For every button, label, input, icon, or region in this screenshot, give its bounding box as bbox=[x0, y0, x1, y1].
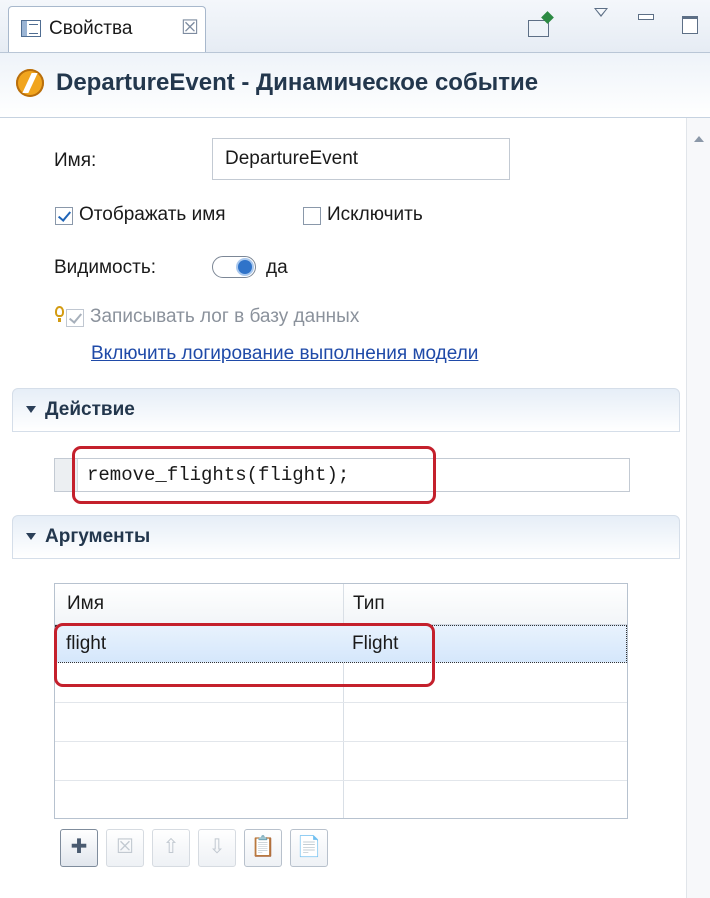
code-gutter bbox=[55, 459, 78, 491]
action-code-text: remove_flights(flight); bbox=[87, 464, 350, 486]
expand-arrow-icon[interactable] bbox=[26, 533, 36, 540]
log-to-database-label: Записывать лог в базу данных bbox=[90, 306, 360, 327]
dynamic-event-icon bbox=[16, 69, 44, 97]
maximize-icon[interactable] bbox=[682, 16, 698, 34]
visibility-toggle[interactable] bbox=[212, 256, 256, 278]
view-tab-bar: Свойства ☒ bbox=[0, 0, 710, 53]
section-action-title: Действие bbox=[45, 399, 135, 420]
tab-properties[interactable]: Свойства ☒ bbox=[8, 6, 206, 52]
expand-arrow-icon[interactable] bbox=[26, 406, 36, 413]
minimize-icon[interactable] bbox=[638, 14, 654, 20]
section-action-header[interactable]: Действие bbox=[12, 388, 680, 432]
lightbulb-hint-icon[interactable] bbox=[55, 306, 64, 322]
properties-header: DepartureEvent - Динамическое событие bbox=[0, 53, 710, 118]
argument-name-cell[interactable]: flight bbox=[66, 633, 106, 655]
enable-model-logging-link[interactable]: Включить логирование выполнения модели bbox=[91, 343, 478, 365]
table-row-empty[interactable] bbox=[55, 703, 627, 742]
table-header: Имя Тип bbox=[55, 584, 627, 625]
arguments-table[interactable]: Имя Тип flight Flight bbox=[54, 583, 628, 819]
section-arguments-title: Аргументы bbox=[45, 526, 151, 547]
show-name-label: Отображать имя bbox=[79, 204, 226, 225]
delete-argument-button[interactable]: ☒ bbox=[106, 829, 144, 867]
move-down-button[interactable]: ⇩ bbox=[198, 829, 236, 867]
tab-label: Свойства bbox=[49, 18, 133, 39]
visibility-label: Видимость: bbox=[54, 257, 156, 278]
properties-view-icon bbox=[21, 20, 41, 37]
table-row-empty[interactable] bbox=[55, 781, 627, 818]
exclude-checkbox[interactable] bbox=[303, 207, 321, 225]
vertical-scrollbar[interactable] bbox=[686, 118, 710, 898]
log-to-database-checkbox bbox=[66, 309, 84, 327]
table-row-empty[interactable] bbox=[55, 742, 627, 781]
table-row-empty[interactable] bbox=[55, 664, 627, 703]
name-label: Имя: bbox=[54, 150, 97, 171]
exclude-label: Исключить bbox=[327, 204, 423, 225]
visibility-value: да bbox=[266, 257, 288, 278]
table-row[interactable]: flight Flight bbox=[55, 625, 627, 663]
paste-button[interactable]: 📋 bbox=[244, 829, 282, 867]
toggle-knob bbox=[238, 260, 252, 274]
add-argument-button[interactable]: ✚ bbox=[60, 829, 98, 867]
pin-view-icon[interactable] bbox=[528, 20, 549, 37]
argument-type-cell[interactable]: Flight bbox=[352, 633, 398, 655]
column-header-name[interactable]: Имя bbox=[67, 593, 104, 615]
action-code-editor[interactable]: remove_flights(flight); bbox=[54, 458, 630, 492]
scroll-up-arrow-icon[interactable] bbox=[694, 136, 704, 142]
close-icon[interactable]: ☒ bbox=[181, 15, 199, 40]
name-field[interactable]: DepartureEvent bbox=[212, 138, 510, 180]
column-header-type[interactable]: Тип bbox=[353, 593, 385, 615]
view-menu-icon[interactable] bbox=[594, 8, 608, 17]
copy-button[interactable]: 📄 bbox=[290, 829, 328, 867]
section-arguments-header[interactable]: Аргументы bbox=[12, 515, 680, 559]
show-name-checkbox[interactable] bbox=[55, 207, 73, 225]
page-title: DepartureEvent - Динамическое событие bbox=[56, 69, 539, 96]
move-up-button[interactable]: ⇧ bbox=[152, 829, 190, 867]
